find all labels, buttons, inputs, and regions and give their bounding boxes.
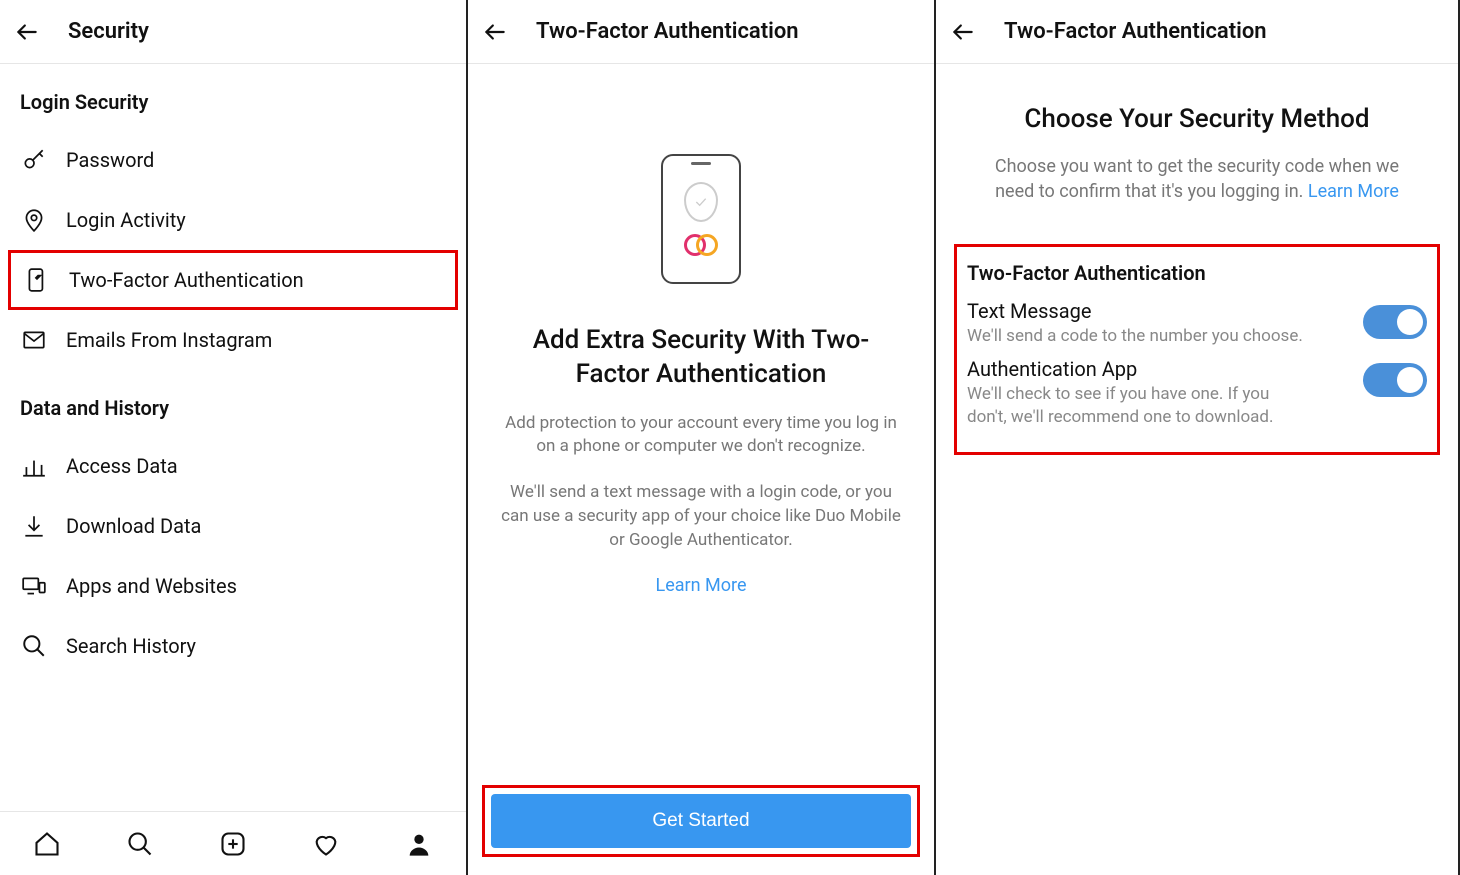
back-arrow-icon[interactable] [950, 19, 976, 45]
menu-item-label: Search History [66, 634, 196, 658]
menu-item-access-data[interactable]: Access Data [0, 436, 466, 496]
choose-body: Choose Your Security Method Choose you w… [936, 64, 1458, 455]
method-title: Text Message [967, 299, 1303, 323]
choose-heading: Choose Your Security Method [1024, 104, 1369, 134]
devices-icon [20, 572, 48, 600]
page-title: Two-Factor Authentication [1004, 19, 1267, 44]
method-title: Authentication App [967, 357, 1307, 381]
header: Security [0, 0, 466, 64]
menu-item-two-factor[interactable]: Two-Factor Authentication [8, 250, 458, 310]
menu-item-label: Apps and Websites [66, 574, 237, 598]
method-desc: We'll check to see if you have one. If y… [967, 383, 1307, 427]
menu-item-search-history[interactable]: Search History [0, 616, 466, 676]
menu-item-label: Login Activity [66, 208, 186, 232]
menu-item-password[interactable]: Password [0, 130, 466, 190]
key-icon [20, 146, 48, 174]
add-post-icon[interactable] [218, 829, 248, 859]
search-icon [20, 632, 48, 660]
header: Two-Factor Authentication [468, 0, 934, 64]
menu-item-label: Access Data [66, 454, 178, 478]
methods-box-title: Two-Factor Authentication [967, 261, 1427, 285]
search-nav-icon[interactable] [125, 829, 155, 859]
profile-icon[interactable] [404, 829, 434, 859]
menu-item-label: Password [66, 148, 154, 172]
shield-phone-icon [23, 266, 51, 294]
section-label: Login Security [0, 64, 466, 130]
two-factor-intro-screen: Two-Factor Authentication Add Extra Secu… [468, 0, 936, 875]
shield-check-icon [684, 182, 718, 222]
security-screen: Security Login Security Password Login A… [0, 0, 468, 875]
toggle-auth-app[interactable] [1363, 363, 1427, 397]
header: Two-Factor Authentication [936, 0, 1458, 64]
method-desc: We'll send a code to the number you choo… [967, 325, 1303, 347]
intro-sub-2: We'll send a text message with a login c… [501, 481, 901, 552]
page-title: Two-Factor Authentication [536, 19, 799, 44]
menu-item-apps-websites[interactable]: Apps and Websites [0, 556, 466, 616]
envelope-icon [20, 326, 48, 354]
menu-item-emails[interactable]: Emails From Instagram [0, 310, 466, 370]
menu-item-label: Emails From Instagram [66, 328, 272, 352]
section-data-history: Data and History Access Data Download Da… [0, 370, 466, 676]
choose-sub: Choose you want to get the security code… [977, 154, 1417, 204]
bar-chart-icon [20, 452, 48, 480]
choose-method-screen: Two-Factor Authentication Choose Your Se… [936, 0, 1460, 875]
intro-heading: Add Extra Security With Two-Factor Authe… [498, 324, 904, 392]
section-label: Data and History [0, 370, 466, 436]
intro-body: Add Extra Security With Two-Factor Authe… [468, 64, 934, 775]
intro-sub-1: Add protection to your account every tim… [501, 412, 901, 460]
section-login-security: Login Security Password Login Activity T… [0, 64, 466, 370]
home-icon[interactable] [32, 829, 62, 859]
intro-footer: Get Started [468, 775, 934, 875]
menu-item-label: Two-Factor Authentication [69, 268, 304, 292]
get-started-button[interactable]: Get Started [491, 794, 911, 848]
menu-item-label: Download Data [66, 514, 201, 538]
toggle-text-message[interactable] [1363, 305, 1427, 339]
heart-icon[interactable] [311, 829, 341, 859]
learn-more-link[interactable]: Learn More [1308, 181, 1399, 202]
rings-icon [684, 234, 718, 256]
get-started-highlight: Get Started [482, 785, 920, 857]
back-arrow-icon[interactable] [14, 19, 40, 45]
page-title: Security [68, 19, 149, 44]
phone-illustration [661, 154, 741, 284]
download-icon [20, 512, 48, 540]
back-arrow-icon[interactable] [482, 19, 508, 45]
method-text-message: Text Message We'll send a code to the nu… [967, 299, 1427, 347]
method-auth-app: Authentication App We'll check to see if… [967, 357, 1427, 427]
pin-icon [20, 206, 48, 234]
learn-more-link[interactable]: Learn More [656, 575, 747, 596]
menu-item-login-activity[interactable]: Login Activity [0, 190, 466, 250]
menu-item-download-data[interactable]: Download Data [0, 496, 466, 556]
methods-highlight-box: Two-Factor Authentication Text Message W… [954, 244, 1440, 454]
bottom-nav [0, 811, 466, 875]
